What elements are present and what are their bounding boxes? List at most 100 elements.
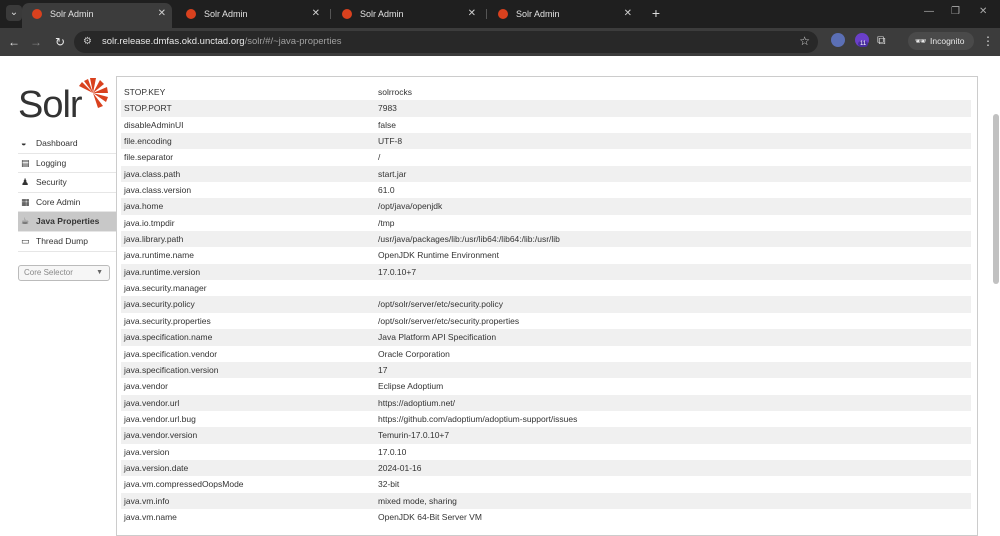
java-icon: ☕ <box>21 216 30 227</box>
url-path: /solr/#/~java-properties <box>244 36 342 47</box>
property-key: java.runtime.version <box>124 266 201 277</box>
close-icon[interactable]: ✕ <box>158 3 166 25</box>
property-value: 2024-01-16 <box>378 462 422 473</box>
property-key: java.specification.name <box>124 332 213 343</box>
window-close-icon[interactable]: ✕ <box>979 6 987 17</box>
url-host: solr.release.dmfas.okd.unctad.org <box>102 36 245 47</box>
browser-tab[interactable]: Solr Admin ✕ <box>488 3 638 25</box>
table-row: java.io.tmpdir/tmp <box>121 215 971 231</box>
property-value: /opt/java/openjdk <box>378 201 443 212</box>
table-row: java.library.path/usr/java/packages/lib:… <box>121 231 971 248</box>
sidebar-item-logging[interactable]: ▤ Logging <box>18 154 116 174</box>
logo-text: Solr <box>18 84 83 126</box>
property-value: OpenJDK Runtime Environment <box>378 250 499 261</box>
close-icon[interactable]: ✕ <box>624 3 632 25</box>
property-key: java.security.policy <box>124 299 195 310</box>
site-info-icon[interactable]: ⚙ <box>83 35 97 49</box>
browser-toolbar: ← → ↻ ⚙ solr.release.dmfas.okd.unctad.or… <box>0 28 1000 56</box>
property-key: java.specification.vendor <box>124 348 218 359</box>
solr-favicon-icon <box>342 9 352 19</box>
browser-tab[interactable]: Solr Admin ✕ <box>22 3 172 28</box>
property-value: mixed mode, sharing <box>378 495 457 506</box>
core-admin-icon: ▦ <box>21 196 30 207</box>
table-row: java.home/opt/java/openjdk <box>121 198 971 215</box>
tab-divider <box>330 9 331 19</box>
extensions-puzzle-icon[interactable]: ⧉ <box>877 33 891 47</box>
property-value: /tmp <box>378 217 395 228</box>
sidebar-nav: ◒ Dashboard ▤ Logging ♟ Security ▦ Core … <box>18 134 116 252</box>
bookmark-star-icon[interactable]: ☆ <box>799 34 810 48</box>
property-key: java.security.manager <box>124 283 207 294</box>
back-icon[interactable]: ← <box>6 34 22 50</box>
solr-admin-page: Solr ◒ Dashboard ▤ Logging ♟ Security ▦ … <box>0 56 1000 536</box>
table-row: java.vendor.url https://adoptium.net/ <box>121 394 971 411</box>
property-value: https://adoptium.net/ <box>378 397 456 408</box>
property-value: 17.0.10 <box>378 446 407 457</box>
tab-search-button[interactable]: ⌄ <box>6 5 22 21</box>
sidebar-item-thread-dump[interactable]: ▭ Thread Dump <box>18 232 116 252</box>
property-value: 61.0 <box>378 185 395 196</box>
property-value: UTF-8 <box>378 136 403 147</box>
table-row: java.class.path start.jar <box>121 165 971 183</box>
java-properties-table: STOP.KEY solrrocks STOP.PORT 7983 disableAdm… <box>121 84 971 525</box>
sidebar-item-security[interactable]: ♟ Security <box>18 173 116 193</box>
table-row: java.vm.compressedOopsMode 32-bit <box>121 476 971 492</box>
table-row: file.encoding UTF-8 <box>121 133 971 150</box>
property-key: java.specification.version <box>124 364 219 375</box>
property-value: start.jar <box>378 168 407 179</box>
extension-icon[interactable] <box>831 33 845 47</box>
property-value: /opt/solr/server/etc/security.policy <box>378 299 504 310</box>
property-value: Temurin-17.0.10+7 <box>378 430 450 441</box>
tab-title: Solr Admin <box>516 9 560 19</box>
browser-menu-icon[interactable]: ⋮ <box>982 34 994 48</box>
close-icon[interactable]: ✕ <box>468 3 476 25</box>
table-row: java.version 17.0.10 <box>121 444 971 460</box>
restore-icon[interactable]: ❐ <box>951 6 960 17</box>
property-key: java.class.path <box>124 168 181 179</box>
address-bar[interactable]: ⚙ solr.release.dmfas.okd.unctad.org/solr… <box>74 31 818 53</box>
table-row: java.vendor.version Temurin-17.0.10+7 <box>121 427 971 444</box>
forward-icon[interactable]: → <box>28 34 44 50</box>
property-value: OpenJDK 64-Bit Server VM <box>378 511 482 522</box>
property-key: STOP.KEY <box>124 87 166 97</box>
property-key: disableAdminUI <box>124 119 184 130</box>
sidebar-item-label: Dashboard <box>36 138 78 148</box>
property-key: java.class.version <box>124 185 192 196</box>
minimize-icon[interactable]: — <box>924 6 934 17</box>
property-key: java.version.date <box>124 462 189 473</box>
incognito-icon: 🕶 <box>915 36 927 46</box>
property-key: file.separator <box>124 152 174 163</box>
property-value: solrrocks <box>378 87 413 97</box>
core-selector-dropdown[interactable]: Core Selector ▼ <box>18 265 110 281</box>
table-row: java.vendor.url.bug https://github.com/ad… <box>121 411 971 427</box>
close-icon[interactable]: ✕ <box>312 3 320 25</box>
sidebar-item-java-properties[interactable]: ☕ Java Properties <box>18 212 116 232</box>
table-row: disableAdminUI false <box>121 117 971 133</box>
property-value: / <box>378 152 381 163</box>
sidebar-item-dashboard[interactable]: ◒ Dashboard <box>18 134 116 154</box>
property-value: 17.0.10+7 <box>378 266 417 277</box>
property-key: java.security.properties <box>124 315 211 326</box>
browser-tab[interactable]: Solr Admin ✕ <box>332 3 482 25</box>
address-url: solr.release.dmfas.okd.unctad.org/solr/#… <box>102 31 342 53</box>
property-key: java.vendor <box>124 381 168 392</box>
sidebar-item-label: Java Properties <box>36 216 100 227</box>
reload-icon[interactable]: ↻ <box>52 34 68 50</box>
solr-favicon-icon <box>32 9 42 19</box>
tab-title: Solr Admin <box>204 9 248 19</box>
incognito-indicator[interactable]: 🕶 Incognito <box>908 32 974 50</box>
table-row: STOP.KEY solrrocks <box>121 84 971 100</box>
browser-tab[interactable]: Solr Admin ✕ <box>176 3 326 25</box>
tab-divider <box>486 9 487 19</box>
sidebar-item-label: Core Admin <box>36 196 81 207</box>
sidebar-item-core-admin[interactable]: ▦ Core Admin <box>18 193 116 213</box>
table-row: java.version.date 2024-01-16 <box>121 459 971 477</box>
page-scrollbar[interactable] <box>993 114 999 284</box>
solr-favicon-icon <box>498 9 508 19</box>
table-row: java.specification.vendor Oracle Corporat… <box>121 346 971 362</box>
solr-logo[interactable]: Solr <box>18 76 108 126</box>
table-row: java.security.manager <box>121 280 971 296</box>
table-row: java.runtime.version 17.0.10+7 <box>121 263 971 281</box>
property-value: false <box>378 119 396 130</box>
new-tab-button[interactable]: + <box>649 4 663 22</box>
